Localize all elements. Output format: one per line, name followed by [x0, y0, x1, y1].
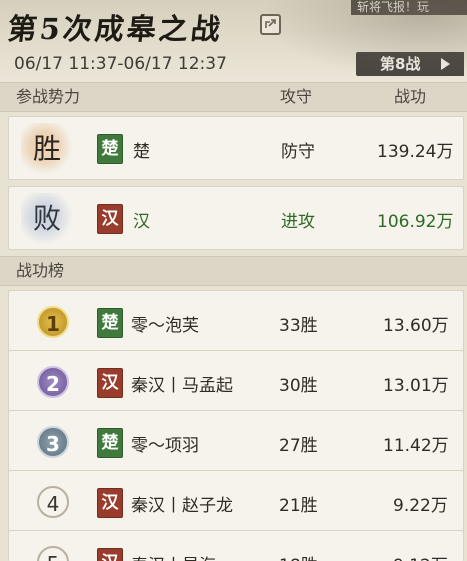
participant-merit: 106.92万 — [377, 212, 454, 232]
faction-chu-badge: 楚 — [97, 134, 123, 164]
victory-badge: 胜 — [21, 123, 73, 175]
participant-stance: 防守 — [281, 142, 315, 162]
ranking-row[interactable]: 2 汉 秦汉丨马孟起 30胜 13.01万 — [8, 350, 464, 414]
faction-han-badge: 汉 — [97, 368, 123, 398]
rank-plain-badge: 4 — [37, 486, 69, 518]
ranking-header: 战功榜 — [0, 256, 467, 286]
faction-han-badge: 汉 — [97, 548, 123, 561]
triangle-right-icon — [441, 58, 450, 70]
faction-han-badge: 汉 — [97, 204, 123, 234]
participant-row[interactable]: 胜 楚 楚 防守 139.24万 — [8, 116, 464, 180]
player-wins: 18胜 — [279, 551, 318, 561]
participant-stance: 进攻 — [281, 212, 315, 232]
participant-name: 汉 — [133, 212, 150, 232]
defeat-badge: 败 — [21, 193, 73, 245]
player-name: 秦汉丨星海 — [131, 551, 216, 561]
player-name: 零～项羽 — [131, 436, 199, 456]
participants-header: 参战势力 攻守 战功 — [0, 82, 467, 112]
stance-column-header: 攻守 — [280, 87, 313, 106]
player-name: 秦汉丨赵子龙 — [131, 496, 233, 516]
player-wins: 30胜 — [279, 376, 318, 396]
rank-gold-badge: 1 — [37, 306, 69, 338]
faction-chu-badge: 楚 — [97, 428, 123, 458]
battle-title: 第5次成皋之战 — [6, 12, 225, 46]
faction-chu-badge: 楚 — [97, 308, 123, 338]
player-wins: 33胜 — [279, 316, 318, 336]
player-name: 秦汉丨马孟起 — [131, 376, 233, 396]
player-merit: 13.60万 — [383, 316, 449, 336]
ranking-row[interactable]: 3 楚 零～项羽 27胜 11.42万 — [8, 410, 464, 474]
battle-time-range: 06/17 11:37-06/17 12:37 — [14, 54, 227, 74]
battle-nav-button[interactable]: 第8战 — [356, 52, 464, 76]
participants-title: 参战势力 — [16, 87, 81, 106]
player-wins: 21胜 — [279, 496, 318, 516]
faction-han-badge: 汉 — [97, 488, 123, 518]
participant-merit: 139.24万 — [377, 142, 454, 162]
rank-silver-badge: 3 — [37, 426, 69, 458]
share-icon[interactable] — [260, 14, 281, 35]
player-merit: 11.42万 — [383, 436, 449, 456]
player-merit: 13.01万 — [383, 376, 449, 396]
ranking-row[interactable]: 4 汉 秦汉丨赵子龙 21胜 9.22万 — [8, 470, 464, 534]
rank-plain-badge: 5 — [37, 546, 69, 561]
battle-nav-label: 第8战 — [380, 55, 421, 73]
ranking-title: 战功榜 — [16, 261, 65, 280]
participant-name: 楚 — [133, 142, 150, 162]
player-name: 零～泡芙 — [131, 316, 199, 336]
battle-header: 第5次成皋之战 斩将飞报！玩 06/17 11:37-06/17 12:37 第… — [0, 0, 467, 84]
participant-row[interactable]: 败 汉 汉 进攻 106.92万 — [8, 186, 464, 250]
player-wins: 27胜 — [279, 436, 318, 456]
player-merit: 9.12万 — [393, 551, 448, 561]
ranking-row[interactable]: 5 汉 秦汉丨星海 18胜 9.12万 — [8, 530, 464, 561]
ranking-row[interactable]: 1 楚 零～泡芙 33胜 13.60万 — [8, 290, 464, 354]
player-merit: 9.22万 — [393, 496, 448, 516]
rank-purple-badge: 2 — [37, 366, 69, 398]
merit-column-header: 战功 — [394, 87, 427, 106]
news-ticker[interactable]: 斩将飞报！玩 — [351, 0, 467, 15]
